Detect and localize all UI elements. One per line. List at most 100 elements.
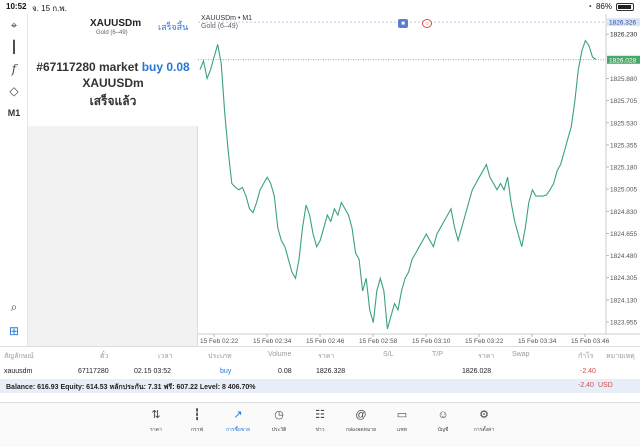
price-label: 1826.230 — [610, 32, 637, 39]
balance-summary: Balance: 616.93 Equity: 614.53 หลักประกั… — [6, 384, 256, 391]
nav-trade[interactable]: ↗ การซื้อขาย — [218, 408, 258, 434]
row-type: buy — [220, 368, 232, 375]
price-label: 1825.880 — [610, 76, 637, 83]
time-label: 15 Feb 03:34 — [518, 338, 557, 345]
row-volume: 0.08 — [278, 368, 292, 375]
order-symbol-title: XAUUSDm — [90, 18, 142, 29]
function-icon[interactable]: f — [4, 60, 24, 78]
nav-label: แชท — [397, 427, 407, 433]
time-label: 15 Feb 02:34 — [253, 338, 292, 345]
col-price: ราคา — [478, 353, 495, 360]
trade-level-icon[interactable]: ■ — [398, 19, 408, 28]
zoom-icon[interactable]: ⌕ — [4, 298, 24, 316]
nav-label: ราคา — [150, 427, 162, 433]
status-time: 10:52 — [6, 2, 27, 11]
price-label: 1825.180 — [610, 165, 637, 172]
nav-history[interactable]: ◷ ประวัติ — [259, 408, 299, 434]
chart-header: XAUUSDm • M1 Gold (6–49) — [201, 15, 252, 31]
nav-settings[interactable]: ⚙ การตั้งค่า — [464, 408, 504, 434]
row-price: 1826.028 — [462, 368, 492, 375]
bottom-nav: ⇅ ราคา ┇ กราฟ ↗ การซื้อขาย ◷ ประวัติ ☷ ข… — [0, 402, 640, 447]
chart-svg: 15 Feb 02:22 15 Feb 02:34 15 Feb 02:46 15 F… — [198, 14, 640, 345]
order-symbol-desc: Gold (6–49) — [96, 30, 128, 36]
price-label: 1825.530 — [610, 120, 637, 127]
crosshair-icon[interactable]: ⌖ — [4, 16, 24, 34]
status-right: ◔ 86% — [587, 2, 634, 11]
row-ticket: 67117280 — [78, 368, 109, 375]
col-open-price: ราคา — [318, 353, 335, 360]
col-symbol: สัญลักษณ์ — [4, 353, 34, 360]
price-series-line — [199, 39, 597, 330]
col-swap: Swap — [512, 351, 530, 358]
col-tp: T/P — [432, 351, 443, 358]
mailbox-icon: @ — [355, 409, 367, 421]
row-open-price: 1826.328 — [316, 368, 346, 375]
new-order-icon[interactable]: ⊞ — [4, 322, 24, 340]
close-position-icon[interactable]: ○ — [422, 19, 432, 28]
trade-icon: ↗ — [233, 409, 243, 421]
col-type: ประเภท — [208, 353, 232, 360]
time-label: 15 Feb 02:58 — [359, 338, 398, 345]
chart-tools: ■ ○ — [398, 19, 432, 28]
time-label: 15 Feb 03:22 — [465, 338, 504, 345]
order-prefix: #67117280 market — [36, 60, 139, 74]
price-label: 1824.830 — [610, 209, 637, 216]
battery-percent: 86% — [595, 2, 612, 11]
time-label: 15 Feb 02:46 — [306, 338, 345, 345]
col-time: เวลา — [158, 353, 173, 360]
nav-label: บัญชี — [437, 427, 449, 433]
nav-label: ประวัติ — [271, 427, 287, 433]
current-price-label: 1826.028 — [609, 57, 636, 64]
order-type: buy 0.08 — [141, 60, 190, 74]
nav-news[interactable]: ☷ ข่าว — [300, 408, 340, 434]
price-label: 1825.705 — [610, 98, 637, 105]
time-label: 15 Feb 02:22 — [200, 338, 239, 345]
price-label: 1823.955 — [610, 319, 637, 326]
quotes-icon: ⇅ — [151, 409, 161, 421]
time-label: 15 Feb 03:46 — [571, 338, 610, 345]
col-sl: S/L — [383, 351, 394, 358]
price-chart[interactable]: 15 Feb 02:22 15 Feb 02:34 15 Feb 02:46 15 F… — [198, 14, 640, 346]
status-bar: 10:52 จ. 15 ก.พ. ◔ 86% — [0, 0, 640, 14]
table-row[interactable]: xauusdm 67117280 02.15 03:52 buy 0.08 18… — [0, 366, 640, 380]
nav-chart[interactable]: ┇ กราฟ — [177, 408, 217, 434]
chart-symbol-desc: Gold (6–49) — [201, 23, 238, 30]
history-icon: ◷ — [274, 409, 284, 421]
chart-icon: ┇ — [193, 409, 201, 421]
price-label: 1824.305 — [610, 275, 637, 282]
nav-label: กราฟ — [190, 427, 204, 433]
chat-icon: ▭ — [396, 409, 408, 421]
wifi-icon: ◔ — [587, 2, 592, 11]
col-profit: กำไร — [578, 353, 594, 360]
settings-icon: ⚙ — [479, 409, 489, 421]
col-volume: Volume — [268, 351, 292, 358]
nav-chat[interactable]: ▭ แชท — [382, 408, 422, 434]
news-icon: ☷ — [315, 409, 325, 421]
chart-symbol-timeframe: XAUUSDm • M1 — [201, 15, 253, 22]
objects-icon[interactable]: ◇ — [4, 82, 24, 100]
timeframe-button[interactable]: M1 — [4, 104, 24, 122]
total-profit: -2.40 — [578, 382, 594, 389]
balance-bar: Balance: 616.93 Equity: 614.53 หลักประกั… — [0, 379, 640, 393]
left-toolbar: ⌖ ┃ f ◇ M1 ⌕ ⊞ — [0, 14, 28, 346]
currency-label: USD — [598, 382, 613, 389]
done-button[interactable]: เสร็จสิ้น — [158, 20, 188, 34]
nav-mailbox[interactable]: @ กล่องจดหมาย — [341, 408, 381, 434]
positions-table: สัญลักษณ์ ตั๋ว เวลา ประเภท Volume ราคา S… — [0, 346, 640, 402]
order-summary: #67117280 market buy 0.08 — [28, 60, 198, 74]
col-comment: หมายเหตุ — [606, 353, 635, 360]
price-label: 1825.355 — [610, 142, 637, 149]
nav-quotes[interactable]: ⇅ ราคา — [136, 408, 176, 434]
order-panel: XAUUSDm Gold (6–49) เสร็จสิ้น #67117280 … — [28, 14, 198, 346]
candlestick-icon[interactable]: ┃ — [4, 38, 24, 56]
table-header: สัญลักษณ์ ตั๋ว เวลา ประเภท Volume ราคา S… — [0, 349, 640, 363]
row-time: 02.15 03:52 — [134, 368, 171, 375]
price-label: 1824.130 — [610, 297, 637, 304]
nav-label: กล่องจดหมาย — [345, 427, 377, 433]
time-label: 15 Feb 03:10 — [412, 338, 451, 345]
nav-label: ข่าว — [315, 427, 325, 433]
nav-account[interactable]: ☺ บัญชี — [423, 408, 463, 434]
account-icon: ☺ — [437, 409, 449, 421]
price-label: 1825.005 — [610, 187, 637, 194]
order-symbol: XAUUSDm — [82, 76, 144, 90]
